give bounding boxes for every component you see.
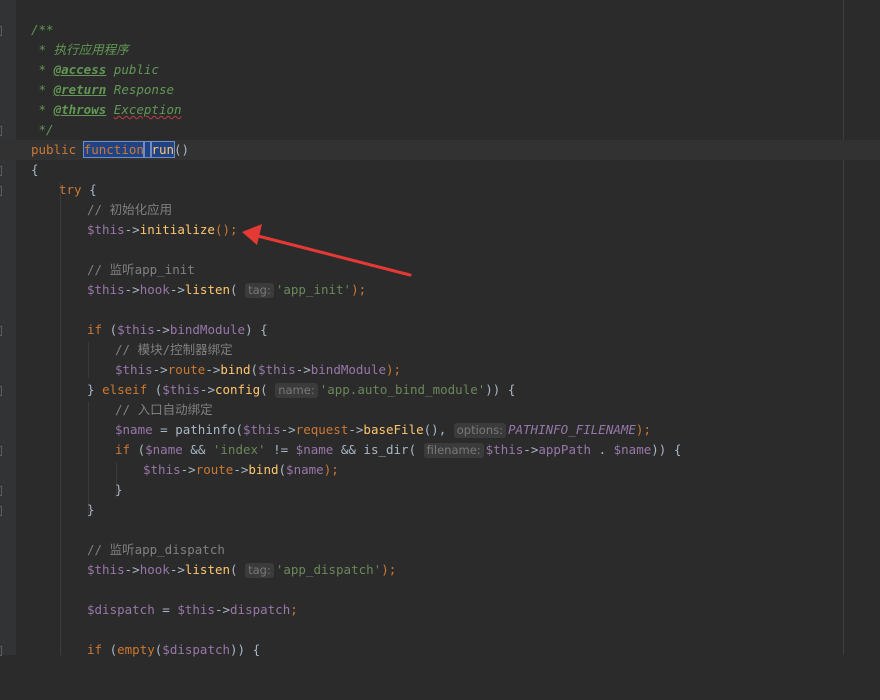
red-arrow-icon <box>242 224 412 277</box>
code-editor[interactable]: /** * 执行应用程序 * @access public * @return … <box>0 0 880 657</box>
